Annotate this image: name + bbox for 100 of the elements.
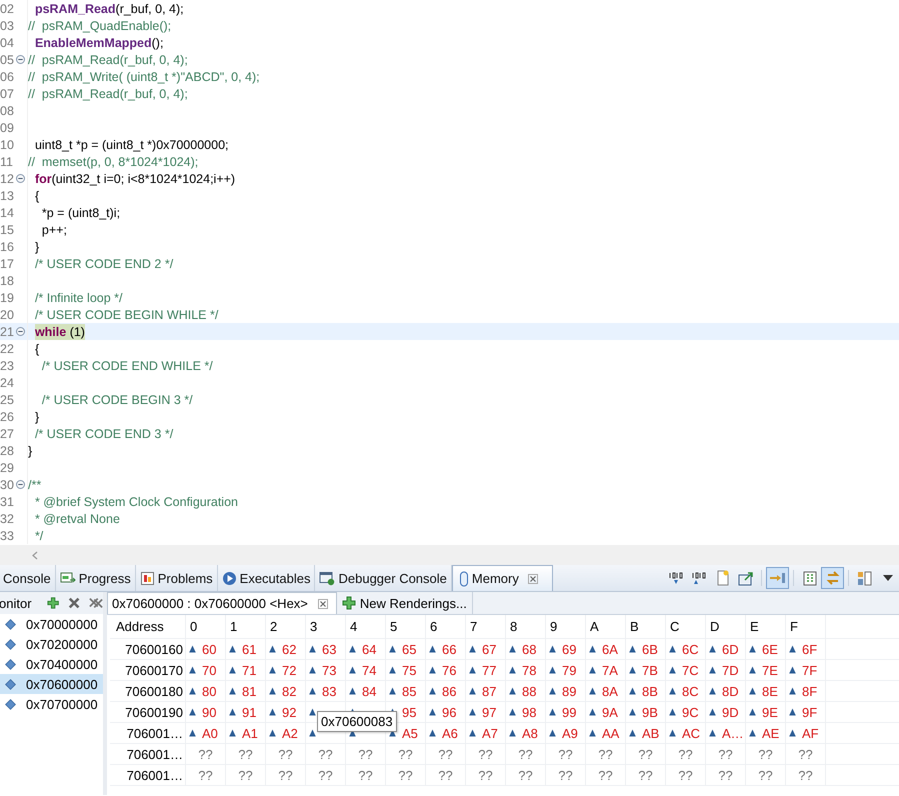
byte-value: ?? <box>558 768 573 782</box>
byte-value: ?? <box>318 768 333 782</box>
view-tab[interactable]: Problems <box>136 565 218 591</box>
byte-value: AF <box>802 726 819 740</box>
rendering-tab[interactable]: New Renderings... <box>336 592 473 614</box>
column-header: 9 <box>546 615 586 638</box>
collapse-icon[interactable] <box>16 327 25 336</box>
byte-value: 8C <box>682 684 699 698</box>
code-line: { <box>34 342 40 356</box>
code-line: p++; <box>40 222 67 236</box>
byte-value: ?? <box>598 768 613 782</box>
line-number: 26 <box>0 410 14 424</box>
address-cell: 706001… <box>110 765 186 785</box>
view-tab[interactable]: Executables <box>218 565 316 591</box>
byte-value: ?? <box>638 746 653 762</box>
byte-value: 67 <box>482 642 496 656</box>
collapse-icon[interactable] <box>16 174 25 183</box>
column-header: 6 <box>426 615 466 638</box>
code-line: * @retval None <box>34 512 120 526</box>
line-number: 24 <box>0 376 14 390</box>
byte-value: AE <box>762 726 780 740</box>
byte-value: AC <box>682 726 700 740</box>
line-number: 15 <box>0 222 14 236</box>
byte-value: ?? <box>438 746 453 762</box>
byte-value: 60 <box>202 642 216 656</box>
code-line: *p = (uint8_t)i; <box>40 206 120 220</box>
collapse-icon[interactable] <box>16 480 25 489</box>
byte-value: 9E <box>762 704 778 720</box>
line-number: 13 <box>0 188 14 202</box>
byte-value: 97 <box>482 704 496 720</box>
byte-value: ?? <box>758 768 773 782</box>
byte-value: 95 <box>402 704 416 720</box>
byte-value: A5 <box>402 726 418 740</box>
view-tab[interactable]: Progress <box>56 565 136 591</box>
code-line: } <box>34 240 40 254</box>
byte-value: ?? <box>518 768 533 782</box>
byte-value: 9F <box>802 704 818 720</box>
byte-value: 6B <box>642 642 658 656</box>
column-header: C <box>666 615 706 638</box>
byte-value: 88 <box>522 684 536 698</box>
byte-value: 72 <box>282 662 296 678</box>
byte-value: 76 <box>442 662 456 678</box>
bar-chart-icon <box>140 570 155 586</box>
view-tab[interactable]: Console <box>0 565 56 591</box>
code-line: /* USER CODE BEGIN WHILE */ <box>34 308 218 322</box>
diamond-icon <box>5 618 16 630</box>
byte-value: ?? <box>638 768 653 782</box>
rendering-tab[interactable]: 0x70600000 : 0x70600000 <Hex> <box>107 592 337 614</box>
byte-value: 61 <box>242 642 256 656</box>
remove-icon[interactable] <box>68 596 80 610</box>
byte-value: 8D <box>722 684 739 698</box>
code-line: psRAM_Read(r_buf, 0, 4); <box>34 2 184 16</box>
close-icon[interactable] <box>318 598 328 608</box>
view-tab[interactable]: Memory <box>452 565 553 591</box>
collapse-icon[interactable] <box>16 55 25 64</box>
close-icon[interactable] <box>528 574 538 584</box>
byte-value: 8F <box>802 684 818 698</box>
byte-value: 7F <box>802 662 818 678</box>
column-header: F <box>786 615 826 638</box>
byte-value: 7D <box>722 662 739 678</box>
byte-value: ?? <box>238 768 253 782</box>
byte-value: ?? <box>398 746 413 762</box>
column-header: Address <box>110 615 186 638</box>
column-header: D <box>706 615 746 638</box>
byte-value: 6C <box>682 642 699 656</box>
line-number: 10 <box>0 138 14 152</box>
link-icon[interactable] <box>766 567 789 589</box>
code-line: /* USER CODE BEGIN 3 */ <box>40 392 193 406</box>
byte-value: 85 <box>402 684 416 698</box>
monitor-item[interactable]: 0x70400000 <box>0 654 103 674</box>
byte-value: 7C <box>682 662 699 678</box>
add-icon[interactable] <box>46 596 59 610</box>
line-number: 29 <box>0 460 14 474</box>
byte-value: 65 <box>402 642 416 656</box>
byte-value: A… <box>722 726 744 740</box>
line-number: 07 <box>0 86 14 100</box>
byte-value: 9C <box>682 704 699 720</box>
remove-all-icon[interactable] <box>89 595 103 611</box>
view-tab[interactable]: Debugger Console <box>315 565 452 591</box>
monitor-item[interactable]: 0x70700000 <box>0 694 103 714</box>
line-number: 21 <box>0 324 14 338</box>
monitor-item[interactable]: 0x70600000 <box>0 674 103 694</box>
diamond-icon <box>5 638 16 650</box>
byte-value: 77 <box>482 662 496 678</box>
line-number: 20 <box>0 308 14 322</box>
line-number: 23 <box>0 358 14 372</box>
monitor-item[interactable]: 0x70000000 <box>0 614 103 634</box>
byte-value: 9D <box>722 704 739 720</box>
byte-value: ?? <box>798 746 813 762</box>
column-header: A <box>586 615 626 638</box>
monitor-item[interactable]: 0x70200000 <box>0 634 103 654</box>
line-number: 31 <box>0 494 14 508</box>
line-number: 19 <box>0 290 14 304</box>
byte-value: 98 <box>522 704 536 720</box>
byte-value: ?? <box>318 746 333 762</box>
code-line: EnableMemMapped(); <box>34 36 164 50</box>
byte-value: 8A <box>602 684 618 698</box>
code-line: // psRAM_Write( (uint8_t *)"ABCD", 0, 4); <box>28 70 260 84</box>
byte-value: ?? <box>718 746 733 762</box>
code-line: */ <box>34 528 44 542</box>
